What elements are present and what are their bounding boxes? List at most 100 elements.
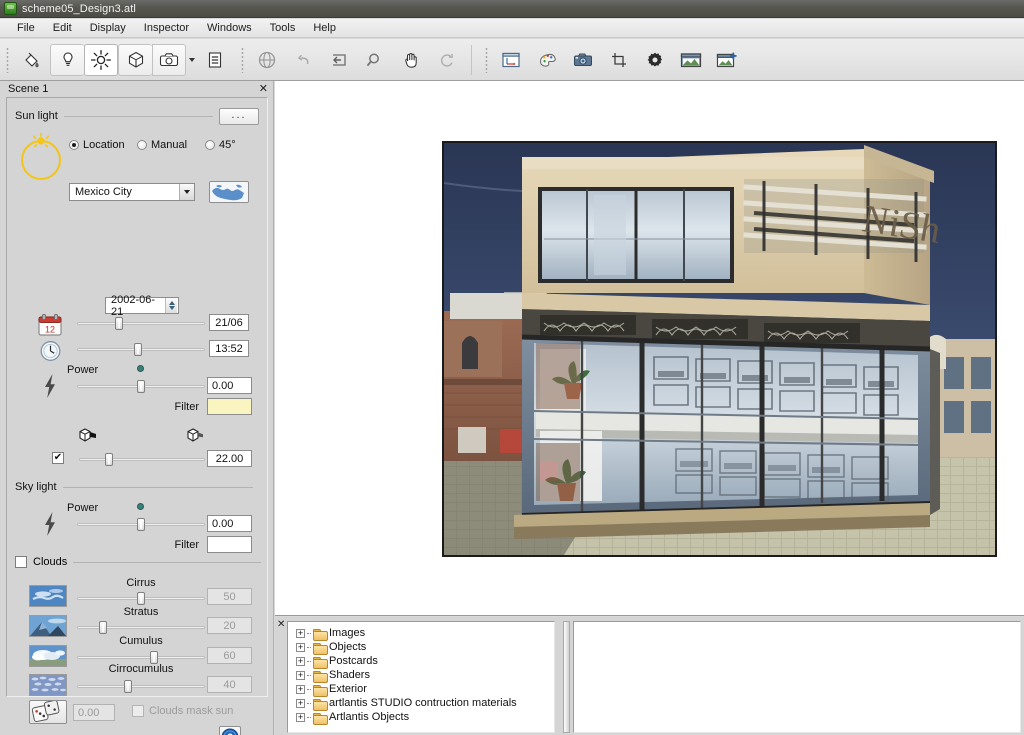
panel-splitter[interactable] [563, 621, 570, 733]
cirrocumulus-thumbnail[interactable] [29, 674, 67, 696]
sky-power-slider-thumb[interactable] [137, 518, 145, 531]
menu-windows[interactable]: Windows [198, 20, 261, 37]
stratus-slider-thumb[interactable] [98, 621, 107, 634]
stratus-thumbnail[interactable] [29, 615, 67, 637]
menu-inspector[interactable]: Inspector [135, 20, 198, 37]
shadow-slider-thumb[interactable] [105, 453, 114, 466]
objects-inspector-button[interactable] [118, 43, 152, 76]
expander-icon[interactable]: + [296, 698, 305, 708]
sun-options-button[interactable]: ... [219, 107, 259, 125]
cirrus-slider[interactable] [77, 591, 205, 605]
heliodon-inspector-button[interactable] [84, 43, 118, 76]
clouds-mask-sun-checkbox[interactable] [132, 705, 144, 717]
stratus-value-field[interactable]: 20 [207, 617, 252, 634]
clouds-mask-sun-row[interactable]: Clouds mask sun [132, 705, 233, 717]
crop-button[interactable] [602, 44, 636, 76]
help-button[interactable]: ? [219, 726, 241, 735]
date-spinner[interactable]: 2002-06-21 [105, 294, 179, 318]
expander-icon[interactable]: + [296, 628, 305, 638]
snapshot-button[interactable] [566, 44, 600, 76]
date-value-field[interactable]: 21/06 [209, 314, 249, 331]
clouds-random-button[interactable] [29, 700, 67, 724]
cameras-inspector-button[interactable] [152, 43, 186, 76]
date-slider-thumb[interactable] [115, 317, 124, 330]
clouds-enabled-checkbox[interactable] [15, 556, 27, 568]
sun-power-slider-thumb[interactable] [137, 380, 145, 393]
preferences-button[interactable] [638, 44, 672, 76]
cumulus-slider[interactable] [77, 650, 205, 664]
time-slider-thumb[interactable] [134, 343, 143, 356]
sky-power-slider[interactable] [77, 517, 205, 531]
expander-icon[interactable]: + [296, 712, 305, 722]
orbit-tool-button[interactable] [250, 44, 284, 76]
tree-item-construction-materials[interactable]: + artlantis STUDIO contruction materials [288, 696, 554, 711]
menu-tools[interactable]: Tools [261, 20, 305, 37]
sky-power-value-field[interactable]: 0.00 [207, 515, 252, 532]
time-slider[interactable] [77, 342, 205, 356]
refresh-tool-button[interactable] [430, 44, 464, 76]
sun-heliodon-icon[interactable] [16, 130, 66, 182]
cirrus-slider-thumb[interactable] [137, 592, 145, 605]
shadow-softness-slider[interactable] [79, 452, 205, 466]
cumulus-value-field[interactable]: 60 [207, 647, 252, 664]
menu-file[interactable]: File [8, 20, 44, 37]
color-palette-button[interactable] [530, 44, 564, 76]
catalog-close-icon[interactable]: ✕ [277, 619, 285, 630]
architectural-exterior-render[interactable]: NiSh [442, 141, 997, 557]
tree-item-shaders[interactable]: + Shaders [288, 668, 554, 683]
date-slider[interactable] [77, 316, 205, 330]
sun-filter-swatch[interactable] [207, 398, 252, 415]
shadow-enabled-checkbox[interactable] [52, 452, 64, 464]
tree-item-images[interactable]: + Images [288, 626, 554, 641]
toolbar-grip-2[interactable] [241, 46, 244, 73]
sun-mode-location-radio[interactable]: Location [69, 139, 137, 151]
render-viewport[interactable]: NiSh [275, 81, 1024, 616]
cirrocumulus-value-field[interactable]: 40 [207, 676, 252, 693]
scene-tab-label[interactable]: Scene 1 [8, 83, 48, 95]
sky-filter-swatch[interactable] [207, 536, 252, 553]
perspective-button[interactable] [494, 44, 528, 76]
zoom-tool-button[interactable] [358, 44, 392, 76]
menu-display[interactable]: Display [81, 20, 135, 37]
city-select[interactable]: Mexico City [69, 183, 195, 201]
time-value-field[interactable]: 13:52 [209, 340, 249, 357]
pan-tool-button[interactable] [394, 44, 428, 76]
cirrocumulus-slider[interactable] [77, 679, 205, 693]
expander-icon[interactable]: + [296, 656, 305, 666]
expander-icon[interactable]: + [296, 684, 305, 694]
sun-mode-manual-radio[interactable]: Manual [137, 139, 205, 151]
sun-power-slider[interactable] [77, 379, 205, 393]
sun-mode-45-radio[interactable]: 45° [205, 139, 236, 151]
lights-inspector-button[interactable] [50, 43, 84, 76]
toolbar-grip[interactable] [6, 46, 9, 73]
menu-edit[interactable]: Edit [44, 20, 81, 37]
cumulus-thumbnail[interactable] [29, 645, 67, 667]
hard-shadow-icon[interactable] [77, 426, 101, 446]
tree-item-exterior[interactable]: + Exterior [288, 682, 554, 697]
lists-inspector-button[interactable] [198, 44, 232, 76]
shaders-inspector-button[interactable] [15, 44, 49, 76]
render-button[interactable] [674, 44, 708, 76]
expander-icon[interactable]: + [296, 642, 305, 652]
batch-render-button[interactable] [710, 44, 744, 76]
stratus-slider[interactable] [77, 620, 205, 634]
close-icon[interactable]: ✕ [259, 83, 268, 94]
toolbar-grip-3[interactable] [485, 46, 488, 73]
clouds-seed-field[interactable]: 0.00 [73, 704, 115, 721]
tree-item-artlantis-objects[interactable]: + Artlantis Objects [288, 710, 554, 725]
menu-help[interactable]: Help [304, 20, 345, 37]
camera-dropdown-arrow[interactable] [186, 44, 197, 76]
insert-tool-button[interactable] [322, 44, 356, 76]
cirrocumulus-slider-thumb[interactable] [124, 680, 133, 693]
tree-item-postcards[interactable]: + Postcards [288, 654, 554, 669]
catalog-tree[interactable]: + Images + Objects + Postcards + Shaders… [287, 621, 555, 733]
tree-item-objects[interactable]: + Objects [288, 640, 554, 655]
world-map-button[interactable] [209, 181, 249, 203]
cirrus-value-field[interactable]: 50 [207, 588, 252, 605]
media-preview-area[interactable] [573, 621, 1021, 733]
shadow-value-field[interactable]: 22.00 [207, 450, 252, 467]
soft-shadow-icon[interactable] [185, 426, 209, 446]
date-spinner-buttons[interactable] [165, 298, 177, 313]
expander-icon[interactable]: + [296, 670, 305, 680]
cirrus-thumbnail[interactable] [29, 585, 67, 607]
